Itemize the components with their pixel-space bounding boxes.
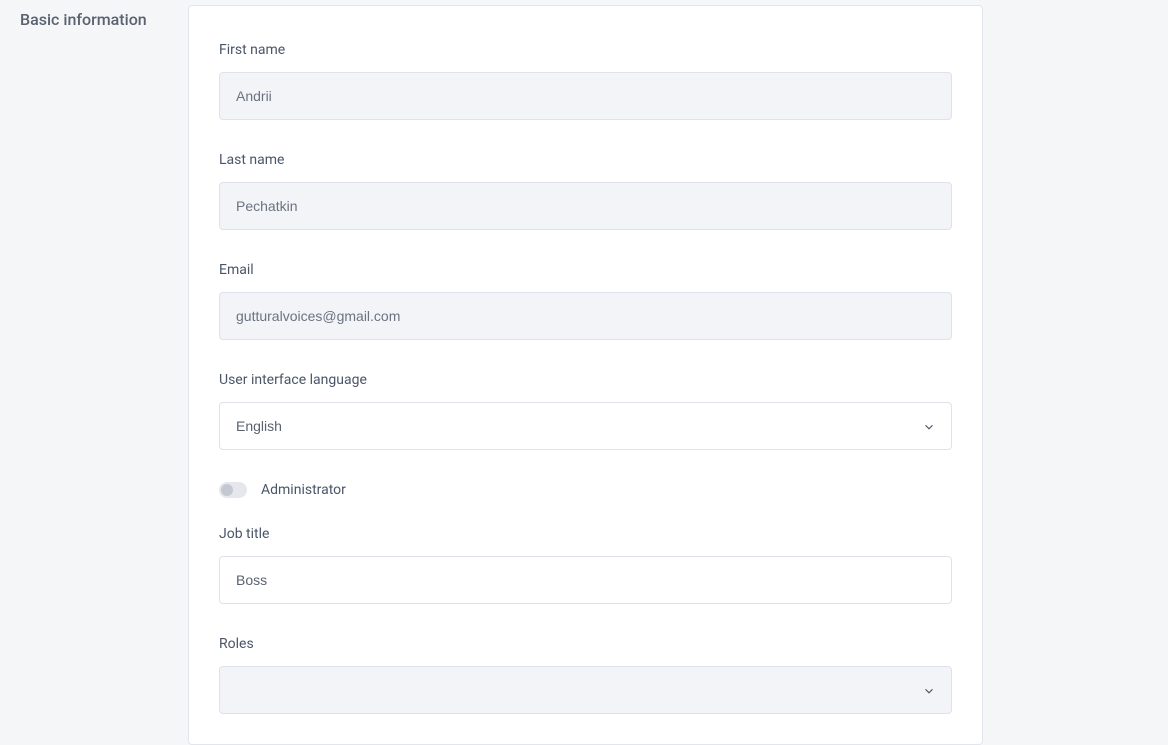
language-select[interactable] bbox=[219, 402, 952, 450]
toggle-knob bbox=[221, 484, 233, 496]
last-name-label: Last name bbox=[219, 152, 952, 168]
administrator-toggle[interactable] bbox=[219, 482, 247, 498]
section-title-column: Basic information bbox=[0, 5, 188, 745]
section-title: Basic information bbox=[20, 10, 188, 29]
basic-information-card: First name Last name Email User interfac… bbox=[188, 5, 983, 745]
roles-select-wrapper bbox=[219, 666, 952, 714]
job-title-input[interactable] bbox=[219, 556, 952, 604]
roles-group: Roles bbox=[219, 636, 952, 714]
last-name-group: Last name bbox=[219, 152, 952, 230]
administrator-label: Administrator bbox=[261, 482, 346, 498]
email-input[interactable] bbox=[219, 292, 952, 340]
page-container: Basic information First name Last name E… bbox=[0, 0, 1168, 745]
job-title-label: Job title bbox=[219, 526, 952, 542]
first-name-group: First name bbox=[219, 42, 952, 120]
administrator-toggle-row: Administrator bbox=[219, 482, 952, 498]
job-title-group: Job title bbox=[219, 526, 952, 604]
last-name-input[interactable] bbox=[219, 182, 952, 230]
language-label: User interface language bbox=[219, 372, 952, 388]
roles-select[interactable] bbox=[219, 666, 952, 714]
language-select-wrapper bbox=[219, 402, 952, 450]
email-label: Email bbox=[219, 262, 952, 278]
first-name-label: First name bbox=[219, 42, 952, 58]
email-group: Email bbox=[219, 262, 952, 340]
first-name-input[interactable] bbox=[219, 72, 952, 120]
language-group: User interface language bbox=[219, 372, 952, 450]
roles-label: Roles bbox=[219, 636, 952, 652]
